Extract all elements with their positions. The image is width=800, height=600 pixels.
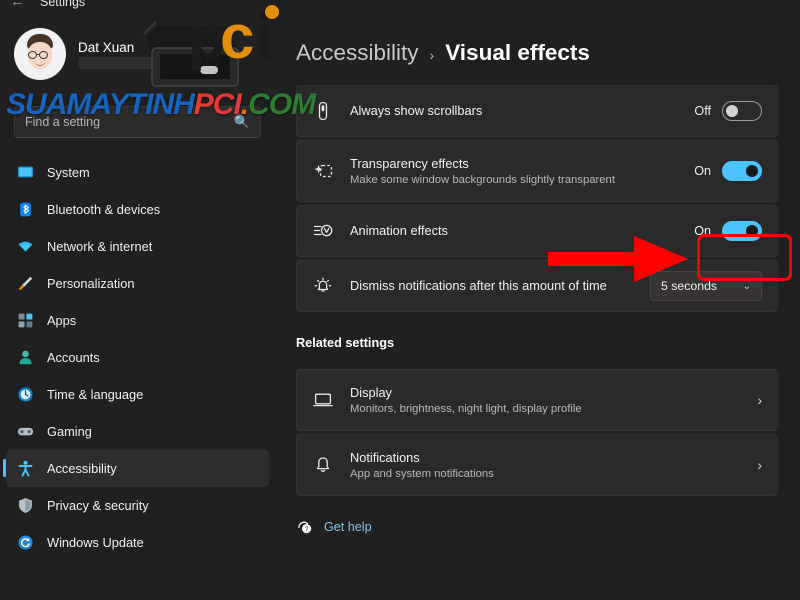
sidebar-item-label: Gaming (47, 424, 92, 439)
setting-row-transparency-effects[interactable]: Transparency effects Make some window ba… (296, 140, 778, 202)
toggle-state-label: On (694, 224, 711, 238)
setting-title: Always show scrollbars (350, 103, 483, 118)
animation-effects-toggle[interactable] (722, 221, 762, 241)
sidebar-item-system[interactable]: System (6, 154, 269, 191)
animation-effects-icon (313, 224, 333, 237)
clock-globe-icon (18, 387, 33, 402)
gamepad-icon (17, 427, 34, 436)
related-item-subtitle: Monitors, brightness, night light, displ… (350, 402, 582, 415)
related-item-notifications[interactable]: Notifications App and system notificatio… (296, 434, 778, 496)
sidebar-item-personalization[interactable]: Personalization (6, 265, 269, 302)
sidebar-item-label: Windows Update (47, 535, 144, 550)
bell-icon (316, 457, 330, 472)
sidebar-item-label: Apps (47, 313, 77, 328)
person-icon (19, 350, 32, 365)
sidebar-item-label: Accounts (47, 350, 100, 365)
sidebar-item-windows-update[interactable]: Windows Update (6, 524, 269, 561)
dismiss-notifications-dropdown[interactable]: 5 seconds ⌄ (650, 271, 762, 301)
sidebar-item-bluetooth-devices[interactable]: Bluetooth & devices (6, 191, 269, 228)
setting-title: Transparency effects (350, 155, 469, 171)
sidebar: Dat Xuan 🔍 System (0, 14, 275, 600)
breadcrumb-parent[interactable]: Accessibility (296, 40, 419, 66)
related-item-title: Display (350, 384, 392, 400)
sidebar-item-label: System (47, 165, 90, 180)
related-item-title: Notifications (350, 449, 420, 465)
wifi-icon (18, 241, 33, 252)
search-input[interactable] (25, 115, 234, 129)
toggle-state-label: Off (694, 104, 711, 118)
transparency-effects-toggle[interactable] (722, 161, 762, 181)
related-settings-heading: Related settings (296, 336, 394, 350)
get-help-link[interactable]: ? Get help (296, 518, 800, 536)
shield-icon (19, 498, 32, 513)
sidebar-item-label: Personalization (47, 276, 135, 291)
setting-row-animation-effects[interactable]: Animation effects On (296, 205, 778, 257)
main-content: Accessibility › Visual effects Always sh… (275, 14, 800, 600)
user-avatar-icon[interactable] (14, 28, 66, 80)
apps-grid-icon (18, 313, 33, 328)
sidebar-item-label: Network & internet (47, 239, 153, 254)
notification-bell-alert-icon (314, 277, 332, 292)
related-item-subtitle: App and system notifications (350, 467, 494, 480)
sidebar-item-label: Privacy & security (47, 498, 149, 513)
always-show-scrollbars-toggle[interactable] (722, 101, 762, 121)
get-help-label[interactable]: Get help (324, 520, 372, 534)
svg-text:?: ? (305, 526, 309, 533)
dropdown-value: 5 seconds (661, 279, 718, 293)
related-item-display[interactable]: Display Monitors, brightness, night ligh… (296, 369, 778, 431)
back-arrow-icon[interactable]: ← (10, 0, 30, 12)
sidebar-item-privacy-security[interactable]: Privacy & security (6, 487, 269, 524)
settings-list: Always show scrollbars Off Transparency … (296, 85, 778, 312)
profile-email-placeholder (78, 56, 218, 69)
sidebar-item-apps[interactable]: Apps (6, 302, 269, 339)
sidebar-item-time-language[interactable]: Time & language (6, 376, 269, 413)
title-bar: ← Settings (0, 0, 800, 14)
search-container: 🔍 (14, 106, 261, 138)
display-monitor-icon (313, 393, 333, 407)
window-title: Settings (40, 0, 86, 9)
sidebar-item-network-internet[interactable]: Network & internet (6, 228, 269, 265)
scrollbar-icon (318, 101, 328, 121)
setting-title: Animation effects (350, 223, 448, 238)
sidebar-item-accessibility[interactable]: Accessibility (3, 450, 269, 487)
setting-subtitle: Make some window backgrounds slightly tr… (350, 173, 615, 186)
toggle-state-label: On (694, 164, 711, 178)
search-icon[interactable]: 🔍 (234, 114, 250, 130)
sidebar-item-gaming[interactable]: Gaming (6, 413, 269, 450)
chevron-right-icon: › (757, 457, 762, 473)
accessibility-icon (18, 460, 33, 477)
settings-window: ← Settings Dat Xuan 🔍 (0, 0, 800, 600)
sidebar-item-label: Bluetooth & devices (47, 202, 161, 217)
profile-section[interactable]: Dat Xuan (0, 14, 275, 80)
chevron-right-icon: › (757, 392, 762, 408)
setting-row-always-show-scrollbars[interactable]: Always show scrollbars Off (296, 85, 778, 137)
paintbrush-icon (18, 276, 33, 291)
help-question-icon: ? (298, 521, 312, 534)
breadcrumb: Accessibility › Visual effects (275, 14, 800, 66)
search-box[interactable]: 🔍 (14, 106, 261, 138)
profile-name: Dat Xuan (78, 39, 135, 55)
page-title: Visual effects (445, 40, 590, 65)
chevron-down-icon: ⌄ (742, 280, 751, 292)
sidebar-item-label: Accessibility (47, 461, 117, 476)
bluetooth-icon (20, 202, 31, 217)
monitor-icon (18, 166, 33, 178)
transparency-sparkle-icon (314, 164, 333, 178)
sidebar-item-accounts[interactable]: Accounts (6, 339, 269, 376)
setting-title: Dismiss notifications after this amount … (350, 278, 607, 293)
breadcrumb-separator-icon: › (429, 47, 435, 63)
related-settings-list: Display Monitors, brightness, night ligh… (296, 369, 778, 496)
sidebar-nav: System Bluetooth & devices Network & int… (0, 154, 275, 561)
update-refresh-icon (18, 535, 33, 550)
setting-row-dismiss-notifications[interactable]: Dismiss notifications after this amount … (296, 260, 778, 312)
sidebar-item-label: Time & language (47, 387, 144, 402)
